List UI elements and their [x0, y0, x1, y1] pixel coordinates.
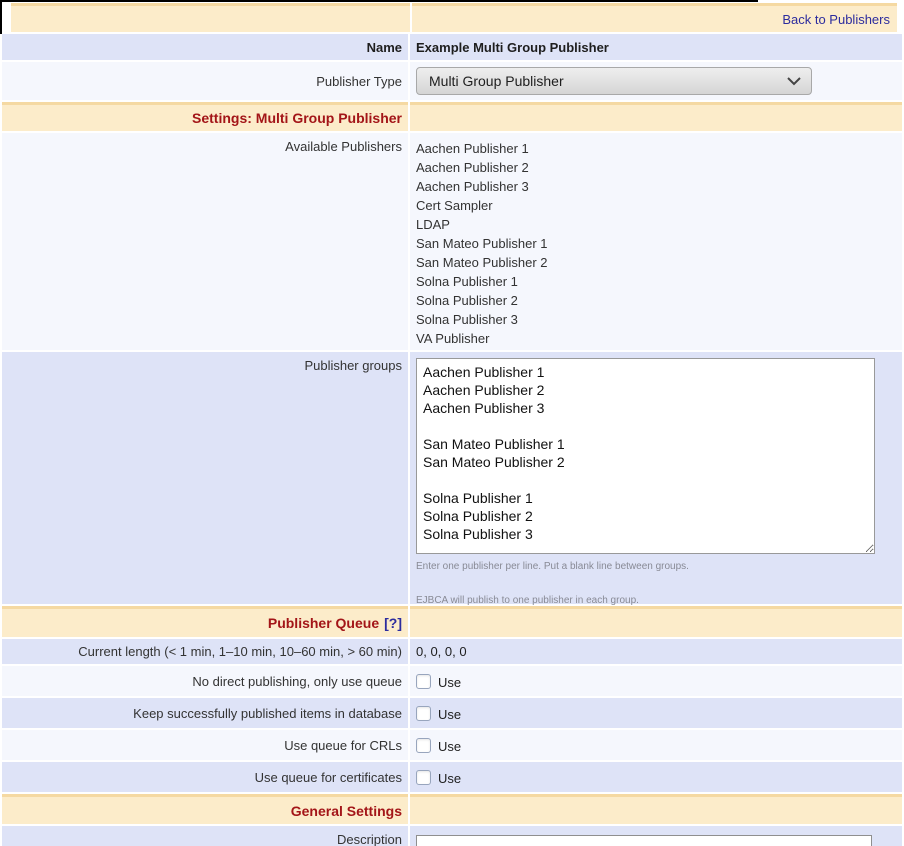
- list-item: Aachen Publisher 2: [416, 158, 548, 177]
- list-item: Solna Publisher 1: [416, 272, 548, 291]
- publisher-queue-title: Publisher Queue: [268, 615, 379, 631]
- list-item: Aachen Publisher 3: [416, 177, 548, 196]
- top-nav-right-cell: Back to Publishers: [412, 3, 897, 32]
- no-direct-publishing-label: No direct publishing, only use queue: [192, 674, 402, 689]
- groups-hint-per-line: Enter one publisher per line. Put a blan…: [416, 561, 875, 572]
- keep-published-items-label: Keep successfully published items in dat…: [133, 706, 402, 721]
- list-item: Solna Publisher 3: [416, 310, 548, 329]
- name-label: Name: [367, 40, 402, 55]
- available-publishers-list: Aachen Publisher 1 Aachen Publisher 2 Aa…: [416, 139, 548, 348]
- checkbox-label: Use: [438, 768, 461, 786]
- publisher-name-value: Example Multi Group Publisher: [416, 40, 609, 55]
- no-direct-publishing-checkbox[interactable]: [416, 674, 431, 689]
- list-item: Solna Publisher 2: [416, 291, 548, 310]
- no-direct-publishing-row: No direct publishing, only use queue Use: [2, 666, 902, 696]
- use-queue-crls-row: Use queue for CRLs Use: [2, 730, 902, 760]
- list-item: Cert Sampler: [416, 196, 548, 215]
- list-item: LDAP: [416, 215, 548, 234]
- use-queue-certificates-label: Use queue for certificates: [255, 770, 402, 785]
- top-nav-left-cell: [11, 3, 410, 32]
- available-publishers-row: Available Publishers Aachen Publisher 1 …: [2, 133, 902, 350]
- checkbox-label: Use: [438, 704, 461, 722]
- name-row: Name Example Multi Group Publisher: [2, 34, 902, 60]
- use-queue-certificates-checkbox[interactable]: [416, 770, 431, 785]
- publisher-queue-help-link[interactable]: [?]: [384, 615, 402, 631]
- settings-section-header-row: Settings: Multi Group Publisher: [2, 102, 902, 131]
- use-queue-crls-label: Use queue for CRLs: [284, 738, 402, 753]
- general-settings-title: General Settings: [291, 803, 402, 819]
- publisher-type-selected-value: Multi Group Publisher: [429, 73, 564, 89]
- publisher-type-select[interactable]: Multi Group Publisher: [416, 67, 812, 95]
- publisher-type-row: Publisher Type Multi Group Publisher: [2, 62, 902, 100]
- back-to-publishers-link[interactable]: Back to Publishers: [782, 12, 890, 27]
- list-item: San Mateo Publisher 2: [416, 253, 548, 272]
- description-label: Description: [337, 832, 402, 846]
- queue-length-row: Current length (< 1 min, 1–10 min, 10–60…: [2, 639, 902, 664]
- description-row: Description: [2, 826, 902, 846]
- publisher-groups-textarea[interactable]: Aachen Publisher 1 Aachen Publisher 2 Aa…: [416, 358, 875, 554]
- publisher-groups-row: Publisher groups Aachen Publisher 1 Aach…: [2, 352, 902, 604]
- screenshot-edge-tick: [0, 0, 2, 34]
- use-queue-certificates-row: Use queue for certificates Use: [2, 762, 902, 792]
- groups-hint-one-per-group: EJBCA will publish to one publisher in e…: [416, 595, 875, 606]
- list-item: Aachen Publisher 1: [416, 139, 548, 158]
- publisher-type-label: Publisher Type: [316, 74, 402, 89]
- general-settings-header-row: General Settings: [2, 794, 902, 824]
- checkbox-label: Use: [438, 736, 461, 754]
- description-input[interactable]: [416, 835, 872, 846]
- queue-length-value: 0, 0, 0, 0: [416, 644, 467, 659]
- list-item: San Mateo Publisher 1: [416, 234, 548, 253]
- available-publishers-label: Available Publishers: [285, 139, 402, 154]
- settings-section-title: Settings: Multi Group Publisher: [192, 110, 402, 126]
- list-item: VA Publisher: [416, 329, 548, 348]
- use-queue-crls-checkbox[interactable]: [416, 738, 431, 753]
- publisher-groups-label: Publisher groups: [304, 358, 402, 373]
- screenshot-edge-line: [0, 0, 758, 2]
- keep-published-items-row: Keep successfully published items in dat…: [2, 698, 902, 728]
- top-nav-row: Back to Publishers: [11, 3, 897, 32]
- chevron-down-icon: [787, 77, 801, 86]
- publisher-queue-header-row: Publisher Queue [?]: [2, 606, 902, 637]
- checkbox-label: Use: [438, 672, 461, 690]
- queue-length-label: Current length (< 1 min, 1–10 min, 10–60…: [78, 644, 402, 659]
- keep-published-items-checkbox[interactable]: [416, 706, 431, 721]
